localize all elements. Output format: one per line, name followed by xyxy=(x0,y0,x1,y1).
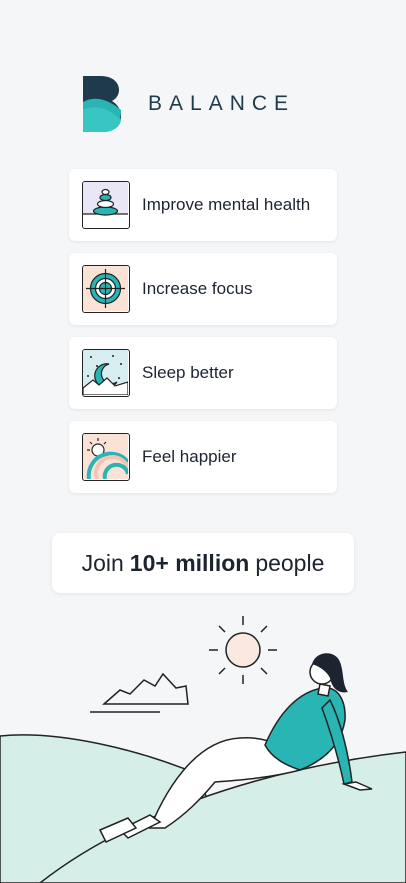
feature-card-focus: Increase focus xyxy=(69,253,337,325)
feature-label: Improve mental health xyxy=(142,195,311,214)
social-proof-banner: Join 10+ million people xyxy=(52,533,354,593)
feature-label: Increase focus xyxy=(142,279,253,298)
balance-logo-icon xyxy=(83,76,121,132)
sun-rainbow-icon xyxy=(82,433,130,481)
sun-icon xyxy=(209,616,277,684)
stacked-stones-icon xyxy=(82,181,130,229)
feature-list: Improve mental health Increase focus Sle… xyxy=(69,169,337,505)
feature-label: Sleep better xyxy=(142,363,234,382)
brand-name: BALANCE xyxy=(148,92,296,115)
mountain-icon xyxy=(90,672,189,713)
relaxing-person-illustration xyxy=(0,616,406,883)
brand-logo: BALANCE xyxy=(83,76,288,132)
social-proof-highlight: 10+ million xyxy=(129,549,250,576)
social-proof-prefix: Join xyxy=(81,549,124,576)
moon-night-icon xyxy=(82,349,130,397)
feature-card-sleep: Sleep better xyxy=(69,337,337,409)
target-icon xyxy=(82,265,130,313)
feature-label: Feel happier xyxy=(142,447,237,466)
feature-card-mental-health: Improve mental health xyxy=(69,169,337,241)
social-proof-suffix: people xyxy=(255,549,325,576)
feature-card-happier: Feel happier xyxy=(69,421,337,493)
